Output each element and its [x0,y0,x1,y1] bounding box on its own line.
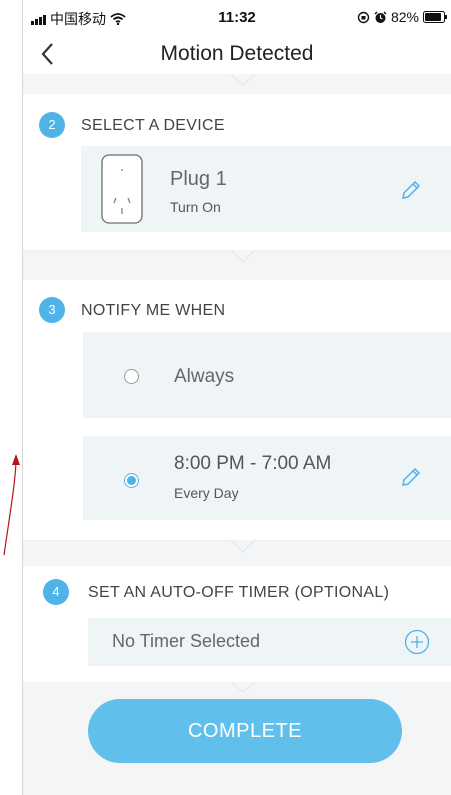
status-bar: 中国移动 11:32 82% [23,0,451,34]
battery-icon [423,11,447,23]
edit-pencil-icon[interactable] [399,178,423,202]
add-circle-icon[interactable] [404,629,430,655]
section-title: SET AN AUTO-OFF TIMER (OPTIONAL) [88,584,390,601]
step-badge: 3 [39,297,65,323]
timer-section: 4 SET AN AUTO-OFF TIMER (OPTIONAL) No Ti… [23,566,451,682]
phone-screen: 中国移动 11:32 82% Motion Detected 2 SELECT … [23,0,451,795]
option-label: 8:00 PM - 7:00 AM [174,453,332,474]
battery-percent: 82% [390,9,419,25]
notify-section: 3 NOTIFY ME WHEN Always 8:00 PM - 7:00 A… [23,280,451,540]
timer-value: No Timer Selected [112,631,261,651]
complete-button[interactable]: COMPLETE [88,699,402,763]
device-card[interactable]: Plug 1 Turn On [81,146,451,232]
notify-option-schedule[interactable]: 8:00 PM - 7:00 AM Every Day [83,436,451,520]
step-badge: 2 [39,112,65,138]
radio-selected[interactable] [124,473,139,488]
edit-pencil-icon[interactable] [399,465,423,489]
option-label: Always [174,366,235,387]
section-title: SELECT A DEVICE [81,117,225,134]
section-divider [230,682,256,693]
step-badge: 4 [43,579,69,605]
smart-plug-icon [101,154,143,224]
alarm-icon [374,10,387,23]
page-title: Motion Detected [160,42,314,65]
section-divider [23,74,451,95]
radio-unselected[interactable] [124,369,139,384]
annotation-arrow [3,454,20,556]
left-margin [0,0,22,795]
option-sublabel: Every Day [174,485,239,501]
section-divider [23,540,451,553]
section-divider [23,250,451,263]
nav-bar: Motion Detected [23,34,451,74]
device-action: Turn On [170,199,221,215]
device-name: Plug 1 [170,168,227,190]
timer-select[interactable]: No Timer Selected [88,618,451,666]
notify-option-always[interactable]: Always [83,332,451,418]
device-section: 2 SELECT A DEVICE Plug 1 Turn On [23,94,451,250]
section-title: NOTIFY ME WHEN [81,302,226,319]
orientation-lock-icon [357,11,370,23]
